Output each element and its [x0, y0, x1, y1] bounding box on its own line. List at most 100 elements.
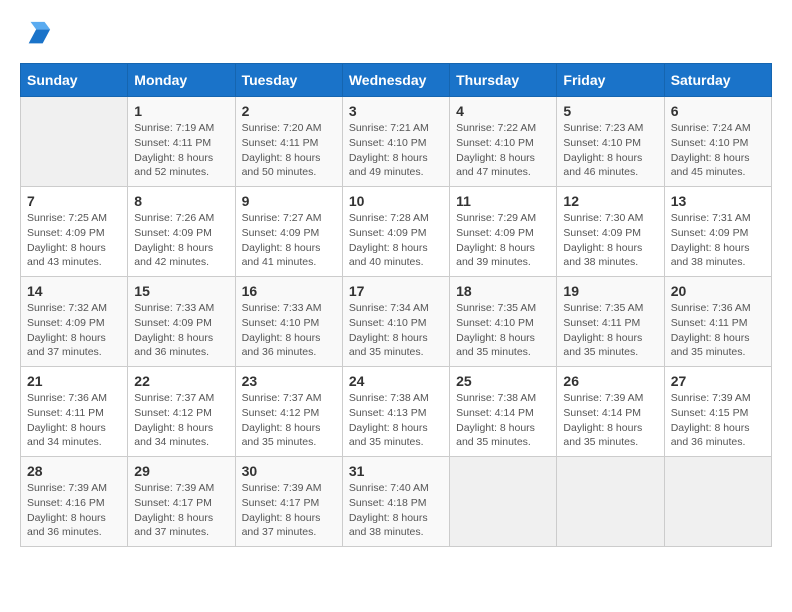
calendar-cell: 11 Sunrise: 7:29 AMSunset: 4:09 PMDayligh… [450, 187, 557, 277]
day-info: Sunrise: 7:39 AMSunset: 4:17 PMDaylight:… [134, 481, 228, 540]
day-info: Sunrise: 7:38 AMSunset: 4:14 PMDaylight:… [456, 391, 550, 450]
calendar-cell [664, 457, 771, 547]
day-number: 13 [671, 193, 765, 209]
calendar-cell [450, 457, 557, 547]
calendar-cell: 26 Sunrise: 7:39 AMSunset: 4:14 PMDayligh… [557, 367, 664, 457]
day-info: Sunrise: 7:36 AMSunset: 4:11 PMDaylight:… [27, 391, 121, 450]
day-number: 18 [456, 283, 550, 299]
day-number: 26 [563, 373, 657, 389]
calendar-week-row: 28 Sunrise: 7:39 AMSunset: 4:16 PMDayligh… [21, 457, 772, 547]
day-number: 14 [27, 283, 121, 299]
day-header-wednesday: Wednesday [342, 64, 449, 97]
calendar-cell: 20 Sunrise: 7:36 AMSunset: 4:11 PMDayligh… [664, 277, 771, 367]
day-info: Sunrise: 7:35 AMSunset: 4:10 PMDaylight:… [456, 301, 550, 360]
day-info: Sunrise: 7:37 AMSunset: 4:12 PMDaylight:… [242, 391, 336, 450]
calendar-cell: 10 Sunrise: 7:28 AMSunset: 4:09 PMDayligh… [342, 187, 449, 277]
day-header-tuesday: Tuesday [235, 64, 342, 97]
day-header-saturday: Saturday [664, 64, 771, 97]
day-number: 11 [456, 193, 550, 209]
day-info: Sunrise: 7:19 AMSunset: 4:11 PMDaylight:… [134, 121, 228, 180]
calendar-cell: 4Sunrise: 7:22 AMSunset: 4:10 PMDaylight… [450, 97, 557, 187]
day-info: Sunrise: 7:31 AMSunset: 4:09 PMDaylight:… [671, 211, 765, 270]
day-info: Sunrise: 7:21 AMSunset: 4:10 PMDaylight:… [349, 121, 443, 180]
calendar-cell: 1 Sunrise: 7:19 AMSunset: 4:11 PMDaylight… [128, 97, 235, 187]
day-info: Sunrise: 7:29 AMSunset: 4:09 PMDaylight:… [456, 211, 550, 270]
day-info: Sunrise: 7:20 AMSunset: 4:11 PMDaylight:… [242, 121, 336, 180]
day-number: 10 [349, 193, 443, 209]
day-info: Sunrise: 7:39 AMSunset: 4:17 PMDaylight:… [242, 481, 336, 540]
day-info: Sunrise: 7:40 AMSunset: 4:18 PMDaylight:… [349, 481, 443, 540]
calendar-cell: 18 Sunrise: 7:35 AMSunset: 4:10 PMDayligh… [450, 277, 557, 367]
day-info: Sunrise: 7:24 AMSunset: 4:10 PMDaylight:… [671, 121, 765, 180]
day-number: 27 [671, 373, 765, 389]
calendar-cell: 25 Sunrise: 7:38 AMSunset: 4:14 PMDayligh… [450, 367, 557, 457]
day-number: 8 [134, 193, 228, 209]
day-header-friday: Friday [557, 64, 664, 97]
page-header [20, 20, 772, 53]
day-info: Sunrise: 7:27 AMSunset: 4:09 PMDaylight:… [242, 211, 336, 270]
calendar-cell: 3 Sunrise: 7:21 AMSunset: 4:10 PMDaylight… [342, 97, 449, 187]
day-info: Sunrise: 7:37 AMSunset: 4:12 PMDaylight:… [134, 391, 228, 450]
day-number: 21 [27, 373, 121, 389]
day-number: 1 [134, 103, 228, 119]
calendar-cell: 7Sunrise: 7:25 AMSunset: 4:09 PMDaylight… [21, 187, 128, 277]
calendar-cell: 6 Sunrise: 7:24 AMSunset: 4:10 PMDaylight… [664, 97, 771, 187]
calendar-header-row: SundayMondayTuesdayWednesdayThursdayFrid… [21, 64, 772, 97]
day-info: Sunrise: 7:30 AMSunset: 4:09 PMDaylight:… [563, 211, 657, 270]
day-info: Sunrise: 7:35 AMSunset: 4:11 PMDaylight:… [563, 301, 657, 360]
day-number: 12 [563, 193, 657, 209]
calendar-cell: 23 Sunrise: 7:37 AMSunset: 4:12 PMDayligh… [235, 367, 342, 457]
calendar-cell [557, 457, 664, 547]
day-number: 23 [242, 373, 336, 389]
calendar-cell: 19Sunrise: 7:35 AMSunset: 4:11 PMDayligh… [557, 277, 664, 367]
calendar-week-row: 1 Sunrise: 7:19 AMSunset: 4:11 PMDaylight… [21, 97, 772, 187]
day-number: 7 [27, 193, 121, 209]
calendar-cell: 8 Sunrise: 7:26 AMSunset: 4:09 PMDaylight… [128, 187, 235, 277]
day-number: 22 [134, 373, 228, 389]
calendar-week-row: 7Sunrise: 7:25 AMSunset: 4:09 PMDaylight… [21, 187, 772, 277]
calendar-cell: 2Sunrise: 7:20 AMSunset: 4:11 PMDaylight… [235, 97, 342, 187]
calendar-cell [21, 97, 128, 187]
calendar-cell: 29Sunrise: 7:39 AMSunset: 4:17 PMDayligh… [128, 457, 235, 547]
day-header-sunday: Sunday [21, 64, 128, 97]
logo-text [20, 20, 52, 53]
day-number: 3 [349, 103, 443, 119]
day-info: Sunrise: 7:38 AMSunset: 4:13 PMDaylight:… [349, 391, 443, 450]
day-info: Sunrise: 7:22 AMSunset: 4:10 PMDaylight:… [456, 121, 550, 180]
day-info: Sunrise: 7:34 AMSunset: 4:10 PMDaylight:… [349, 301, 443, 360]
day-info: Sunrise: 7:28 AMSunset: 4:09 PMDaylight:… [349, 211, 443, 270]
day-info: Sunrise: 7:39 AMSunset: 4:14 PMDaylight:… [563, 391, 657, 450]
day-number: 6 [671, 103, 765, 119]
calendar-cell: 12 Sunrise: 7:30 AMSunset: 4:09 PMDayligh… [557, 187, 664, 277]
calendar-cell: 27Sunrise: 7:39 AMSunset: 4:15 PMDayligh… [664, 367, 771, 457]
logo-icon [24, 20, 52, 48]
calendar-cell: 15Sunrise: 7:33 AMSunset: 4:09 PMDayligh… [128, 277, 235, 367]
calendar-cell: 28 Sunrise: 7:39 AMSunset: 4:16 PMDayligh… [21, 457, 128, 547]
day-number: 20 [671, 283, 765, 299]
day-info: Sunrise: 7:33 AMSunset: 4:09 PMDaylight:… [134, 301, 228, 360]
calendar-cell: 13 Sunrise: 7:31 AMSunset: 4:09 PMDayligh… [664, 187, 771, 277]
day-info: Sunrise: 7:33 AMSunset: 4:10 PMDaylight:… [242, 301, 336, 360]
day-header-monday: Monday [128, 64, 235, 97]
day-number: 24 [349, 373, 443, 389]
calendar-cell: 5Sunrise: 7:23 AMSunset: 4:10 PMDaylight… [557, 97, 664, 187]
day-number: 16 [242, 283, 336, 299]
day-number: 25 [456, 373, 550, 389]
calendar-cell: 14Sunrise: 7:32 AMSunset: 4:09 PMDayligh… [21, 277, 128, 367]
day-number: 9 [242, 193, 336, 209]
day-number: 17 [349, 283, 443, 299]
day-info: Sunrise: 7:39 AMSunset: 4:16 PMDaylight:… [27, 481, 121, 540]
calendar-cell: 9 Sunrise: 7:27 AMSunset: 4:09 PMDaylight… [235, 187, 342, 277]
day-number: 28 [27, 463, 121, 479]
calendar-cell: 21 Sunrise: 7:36 AMSunset: 4:11 PMDayligh… [21, 367, 128, 457]
day-info: Sunrise: 7:36 AMSunset: 4:11 PMDaylight:… [671, 301, 765, 360]
calendar-week-row: 21 Sunrise: 7:36 AMSunset: 4:11 PMDayligh… [21, 367, 772, 457]
day-header-thursday: Thursday [450, 64, 557, 97]
calendar-cell: 22 Sunrise: 7:37 AMSunset: 4:12 PMDayligh… [128, 367, 235, 457]
day-info: Sunrise: 7:26 AMSunset: 4:09 PMDaylight:… [134, 211, 228, 270]
calendar-cell: 31 Sunrise: 7:40 AMSunset: 4:18 PMDayligh… [342, 457, 449, 547]
day-number: 30 [242, 463, 336, 479]
day-number: 31 [349, 463, 443, 479]
calendar-cell: 16 Sunrise: 7:33 AMSunset: 4:10 PMDayligh… [235, 277, 342, 367]
logo [20, 20, 52, 53]
